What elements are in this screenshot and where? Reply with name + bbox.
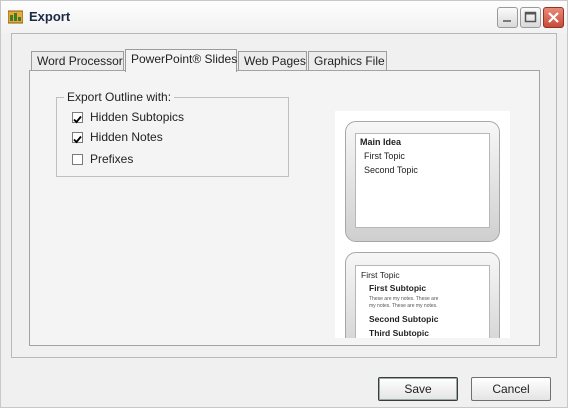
tab-label: PowerPoint® Slides [131, 52, 238, 66]
slide-topic: First Topic [364, 151, 405, 161]
slide-subtopic: Second Subtopic [369, 314, 439, 324]
close-icon [548, 12, 559, 23]
tab-label: Web Pages [244, 54, 306, 68]
tab-word-processor[interactable]: Word Processor [31, 51, 124, 70]
window-title: Export [29, 9, 71, 24]
checkbox-label: Hidden Subtopics [90, 110, 185, 124]
export-dialog: Export Word Processor PowerPoint® Slides… [0, 0, 568, 408]
slide-subtopic: Third Subtopic [369, 328, 429, 338]
checkbox-box[interactable] [72, 132, 83, 144]
tab-powerpoint-slides[interactable]: PowerPoint® Slides [125, 49, 237, 72]
slide-topic: Second Topic [364, 165, 418, 175]
tab-web-pages[interactable]: Web Pages [238, 51, 307, 70]
cancel-button[interactable]: Cancel [471, 377, 551, 401]
save-button[interactable]: Save [378, 377, 458, 401]
slide-preview: Main Idea First Topic Second Topic First… [335, 111, 510, 338]
title-bar[interactable]: Export [1, 1, 567, 33]
slide-content: First Topic First Subtopic These are my … [355, 265, 490, 338]
minimize-icon [503, 20, 511, 22]
maximize-button[interactable] [520, 7, 541, 28]
checkbox-box[interactable] [72, 112, 83, 124]
checkbox-label: Hidden Notes [90, 130, 163, 144]
checkbox-label: Prefixes [90, 152, 134, 166]
tab-graphics-file[interactable]: Graphics File [308, 51, 387, 70]
app-icon [7, 9, 24, 24]
slide-title: Main Idea [360, 137, 402, 147]
slide-notes: These are my notes. These are [369, 296, 439, 302]
maximize-icon [524, 11, 537, 23]
checkmark-icon [73, 135, 82, 144]
checkmark-icon [73, 115, 82, 124]
slide-notes: my notes. These are my notes. [369, 303, 438, 309]
group-label: Export Outline with: [64, 90, 175, 104]
checkbox-box[interactable] [72, 154, 83, 165]
tab-label: Word Processor [37, 54, 123, 68]
slide-content: Main Idea First Topic Second Topic [355, 133, 490, 228]
minimize-button[interactable] [497, 7, 518, 28]
slide-title: First Topic [361, 270, 400, 280]
close-button[interactable] [543, 7, 564, 28]
tab-label: Graphics File [314, 54, 385, 68]
preview-slide: First Topic First Subtopic These are my … [345, 252, 500, 338]
slide-subtopic: First Subtopic [369, 283, 427, 293]
preview-slide: Main Idea First Topic Second Topic [345, 121, 500, 242]
